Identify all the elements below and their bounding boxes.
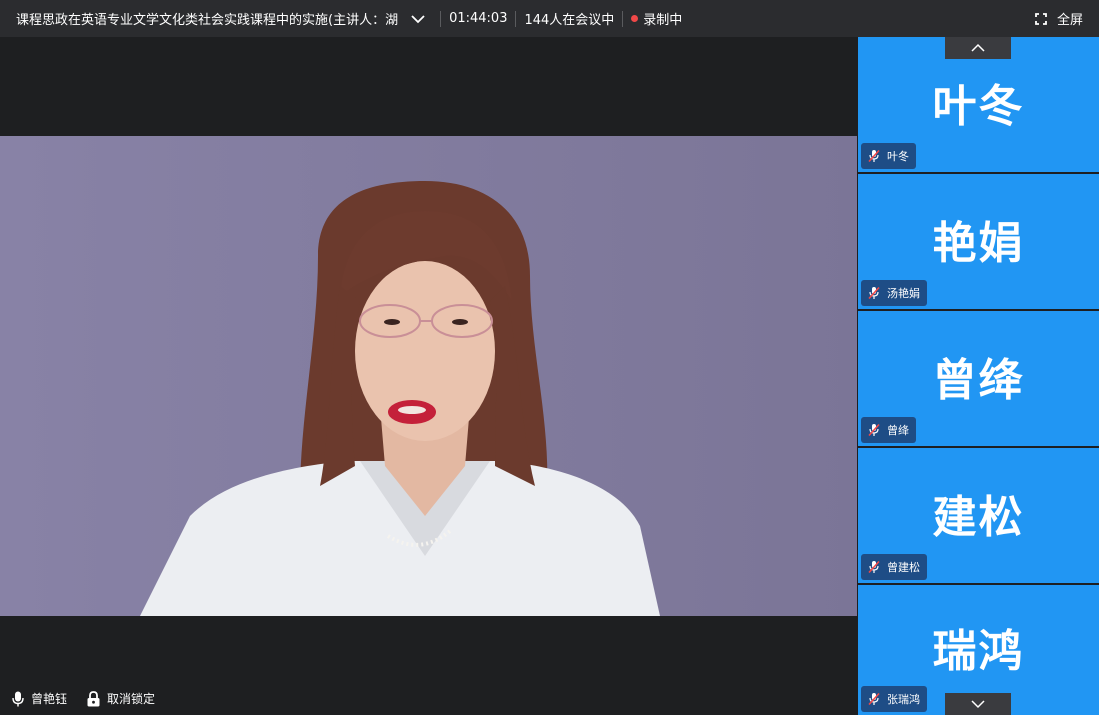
muted-microphone-icon xyxy=(868,560,880,574)
meeting-top-bar: 课程思政在英语专业文学文化类社会实践课程中的实施(主讲人：湖 01:44:03 … xyxy=(0,0,1099,37)
fullscreen-label: 全屏 xyxy=(1056,13,1083,28)
avatar-text: 叶冬 xyxy=(932,80,1025,132)
main-stage xyxy=(0,37,857,715)
participant-name: 汤艳娟 xyxy=(887,287,920,300)
name-tag: 张瑞鸿 xyxy=(861,686,927,712)
fullscreen-icon xyxy=(1035,12,1047,25)
muted-microphone-icon xyxy=(868,149,880,163)
chevron-down-icon[interactable] xyxy=(410,11,426,27)
participant-name: 曾建松 xyxy=(887,561,920,574)
unlock-label: 取消锁定 xyxy=(107,692,156,706)
unlock-button[interactable]: 取消锁定 xyxy=(87,690,155,707)
participant-name: 叶冬 xyxy=(887,150,909,163)
name-tag: 叶冬 xyxy=(861,143,916,169)
chevron-up-icon xyxy=(971,43,985,52)
participant-count[interactable]: 144人在会议中 xyxy=(524,9,614,28)
participant-tile[interactable]: 曾绛 曾绛 xyxy=(858,311,1099,446)
microphone-icon xyxy=(12,691,24,706)
lock-icon xyxy=(87,690,100,706)
scroll-down-button[interactable] xyxy=(945,693,1011,715)
name-tag: 曾建松 xyxy=(861,554,927,580)
participant-name: 张瑞鸿 xyxy=(887,693,920,706)
participant-name: 曾绛 xyxy=(887,424,909,437)
fullscreen-button[interactable]: 全屏 xyxy=(1035,0,1083,37)
record-dot-icon xyxy=(631,15,639,22)
speaker-label: 曾艳钰 xyxy=(12,690,67,707)
recording-status[interactable]: 录制中 xyxy=(643,9,682,28)
participant-tile[interactable]: 建松 曾建松 xyxy=(858,448,1099,583)
avatar-text: 艳娟 xyxy=(932,217,1025,269)
avatar-text: 瑞鸿 xyxy=(932,626,1025,677)
elapsed-time: 01:44:03 xyxy=(449,11,508,26)
chevron-down-icon xyxy=(971,700,985,709)
participants-panel: 叶冬 叶冬 艳娟 汤艳娟 曾绛 曾绛 建松 曾建松 瑞鸿 张瑞鸿 xyxy=(857,37,1099,715)
avatar-text: 曾绛 xyxy=(932,354,1025,406)
divider xyxy=(515,10,517,27)
muted-microphone-icon xyxy=(868,423,880,437)
muted-microphone-icon xyxy=(868,692,880,706)
divider xyxy=(622,10,624,27)
stage-bottom-bar: 曾艳钰 取消锁定 xyxy=(12,690,175,707)
scroll-up-button[interactable] xyxy=(945,37,1011,59)
meeting-title: 课程思政在英语专业文学文化类社会实践课程中的实施(主讲人：湖 xyxy=(16,13,399,28)
speaker-video-feed[interactable] xyxy=(0,136,857,616)
divider xyxy=(440,10,442,27)
avatar-text: 建松 xyxy=(932,491,1025,543)
name-tag: 汤艳娟 xyxy=(861,280,927,306)
participant-tile[interactable]: 艳娟 汤艳娟 xyxy=(858,174,1099,309)
speaker-name: 曾艳钰 xyxy=(31,692,68,706)
name-tag: 曾绛 xyxy=(861,417,916,443)
muted-microphone-icon xyxy=(868,286,880,300)
